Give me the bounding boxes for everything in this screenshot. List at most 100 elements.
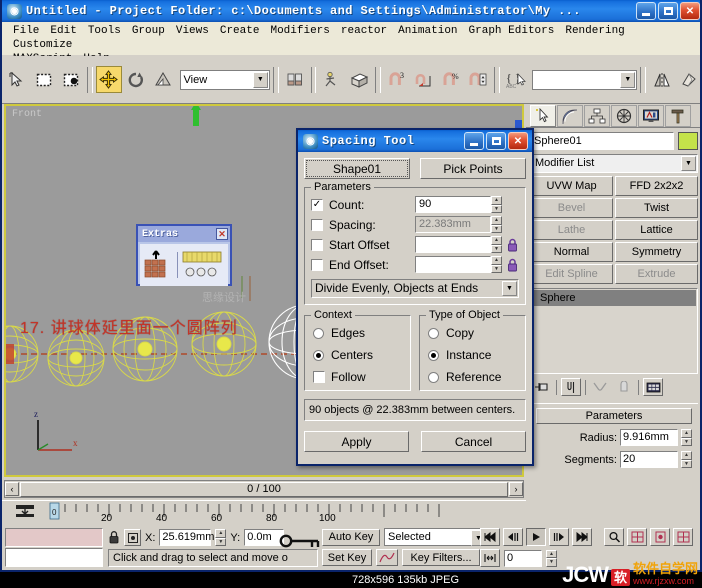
spacing-checkbox[interactable] xyxy=(311,218,323,231)
menu-file[interactable]: File xyxy=(8,24,45,38)
distribution-combo[interactable]: Divide Evenly, Objects at Ends ▼ xyxy=(311,279,519,298)
select-by-name-button[interactable] xyxy=(57,66,84,93)
menu-animation[interactable]: Animation xyxy=(393,24,463,38)
context-centers-row[interactable]: Centers xyxy=(313,348,404,362)
select-object-button[interactable] xyxy=(4,66,30,93)
configure-sets-icon[interactable] xyxy=(643,378,663,396)
modifier-bevel-button[interactable]: Bevel xyxy=(530,198,613,218)
create-tab[interactable] xyxy=(530,104,556,127)
display-tab[interactable] xyxy=(638,104,664,127)
count-spinner[interactable]: ▲ ▼ xyxy=(491,196,502,213)
bind-to-space-warp-button[interactable] xyxy=(346,66,373,93)
modifier-symmetry-button[interactable]: Symmetry xyxy=(615,242,698,262)
modifier-normal-button[interactable]: Normal xyxy=(530,242,613,262)
modifier-ffd-button[interactable]: FFD 2x2x2 xyxy=(615,176,698,196)
current-frame-spinner[interactable]: ▲ ▼ xyxy=(546,549,557,567)
show-end-result-icon[interactable] xyxy=(561,378,581,396)
spacing-spinner[interactable]: ▲ ▼ xyxy=(491,216,502,233)
x-spinner[interactable]: ▲ ▼ xyxy=(215,529,227,546)
follow-checkbox[interactable] xyxy=(313,371,325,383)
go-to-start-icon[interactable] xyxy=(480,528,500,546)
context-edges-radio[interactable] xyxy=(313,327,324,339)
chevron-down-icon-3[interactable]: ▼ xyxy=(681,156,696,171)
auto-key-button[interactable]: Auto Key xyxy=(322,528,380,546)
pick-points-button[interactable]: Pick Points xyxy=(420,158,526,179)
count-checkbox[interactable]: ✓ xyxy=(311,198,323,211)
reference-coordinate-system-combo[interactable]: View ▼ xyxy=(179,69,270,90)
menu-views[interactable]: Views xyxy=(171,24,215,38)
pick-path-button[interactable]: Shape01 xyxy=(304,158,410,179)
menu-graph-editors[interactable]: Graph Editors xyxy=(464,24,561,38)
x-coordinate-field[interactable]: 25.619mm xyxy=(159,529,214,546)
maxscript-mini-listener-output[interactable] xyxy=(5,528,103,547)
context-follow-row[interactable]: Follow xyxy=(313,370,404,384)
angle-snap-button[interactable] xyxy=(411,66,438,93)
type-copy-radio[interactable] xyxy=(428,327,439,339)
menu-edit[interactable]: Edit xyxy=(45,24,82,38)
absolute-mode-icon[interactable] xyxy=(124,529,141,546)
type-reference-row[interactable]: Reference xyxy=(428,370,519,384)
modifier-twist-button[interactable]: Twist xyxy=(615,198,698,218)
spacing-tool-icon[interactable] xyxy=(182,264,222,280)
count-field[interactable]: 90 xyxy=(415,196,491,213)
track-bar[interactable]: 0 20 40 60 80 100 xyxy=(2,500,526,527)
menu-rendering[interactable]: Rendering xyxy=(560,24,630,38)
maxscript-mini-listener-input[interactable] xyxy=(5,548,103,567)
object-name-field[interactable]: Sphere01 xyxy=(530,132,674,150)
end-offset-checkbox[interactable] xyxy=(311,258,323,271)
modifier-uvw-map-button[interactable]: UVW Map xyxy=(530,176,613,196)
segments-field[interactable]: 20 xyxy=(620,451,678,468)
context-centers-radio[interactable] xyxy=(313,349,324,361)
select-and-move-button[interactable] xyxy=(95,66,122,93)
start-offset-lock-icon[interactable] xyxy=(505,236,519,253)
key-filters-button[interactable]: Key Filters... xyxy=(402,549,480,566)
next-frame-arrow[interactable]: › xyxy=(509,482,523,496)
go-to-end-icon[interactable] xyxy=(572,528,592,546)
play-animation-icon[interactable] xyxy=(526,528,546,546)
snapshot-icon[interactable] xyxy=(182,250,222,264)
modifier-list-combo[interactable]: Modifier List ▼ xyxy=(530,154,698,173)
previous-frame-icon[interactable] xyxy=(503,528,523,546)
key-icon[interactable] xyxy=(278,531,324,551)
dialog-close-button[interactable]: ✕ xyxy=(508,132,528,150)
select-and-rotate-button[interactable] xyxy=(122,66,149,93)
zoom-region-icon[interactable] xyxy=(673,528,693,546)
named-selection-sets-button[interactable]: { } ABC xyxy=(502,66,529,93)
stack-item-sphere[interactable]: Sphere xyxy=(532,290,696,306)
end-offset-field[interactable] xyxy=(415,256,491,273)
material-editor-button[interactable] xyxy=(676,66,700,93)
time-slider-thumb[interactable]: 0 / 100 xyxy=(20,481,508,497)
chevron-down-icon-4[interactable]: ▼ xyxy=(502,281,517,296)
extras-toolbar[interactable]: Extras ✕ xyxy=(136,224,232,286)
lock-icon[interactable] xyxy=(108,530,120,545)
zoom-extents-icon[interactable] xyxy=(650,528,670,546)
rollout-header-parameters[interactable]: Parameters xyxy=(536,408,692,424)
end-offset-spinner[interactable]: ▲ ▼ xyxy=(491,256,502,273)
type-copy-row[interactable]: Copy xyxy=(428,326,519,340)
type-instance-radio[interactable] xyxy=(428,349,439,361)
use-pivot-center-button[interactable] xyxy=(281,66,308,93)
object-color-swatch[interactable] xyxy=(678,132,698,150)
start-offset-field[interactable] xyxy=(415,236,491,253)
modifier-extrude-button[interactable]: Extrude xyxy=(615,264,698,284)
key-mode-toggle-icon[interactable] xyxy=(480,549,500,567)
cancel-button[interactable]: Cancel xyxy=(421,431,526,452)
select-region-button[interactable] xyxy=(30,66,57,93)
modify-tab[interactable] xyxy=(557,104,583,127)
zoom-icon[interactable] xyxy=(604,528,624,546)
chevron-down-icon-2[interactable]: ▼ xyxy=(620,71,636,88)
current-frame-field[interactable]: 0 xyxy=(504,549,542,567)
start-offset-checkbox[interactable] xyxy=(311,238,323,251)
modifier-stack[interactable]: Sphere xyxy=(530,288,698,374)
modifier-lathe-button[interactable]: Lathe xyxy=(530,220,613,240)
remove-modifier-icon[interactable] xyxy=(614,378,634,396)
make-unique-icon[interactable] xyxy=(590,378,610,396)
select-and-scale-button[interactable] xyxy=(149,66,176,93)
segments-spinner[interactable]: ▲ ▼ xyxy=(681,451,692,468)
percent-snap-button[interactable]: % xyxy=(438,66,464,93)
chevron-down-icon[interactable]: ▼ xyxy=(252,71,268,88)
start-offset-spinner[interactable]: ▲ ▼ xyxy=(491,236,502,253)
extras-close-icon[interactable]: ✕ xyxy=(216,228,228,240)
selection-filter-combo[interactable]: Selected ▼ xyxy=(384,528,488,546)
apply-button[interactable]: Apply xyxy=(304,431,409,452)
